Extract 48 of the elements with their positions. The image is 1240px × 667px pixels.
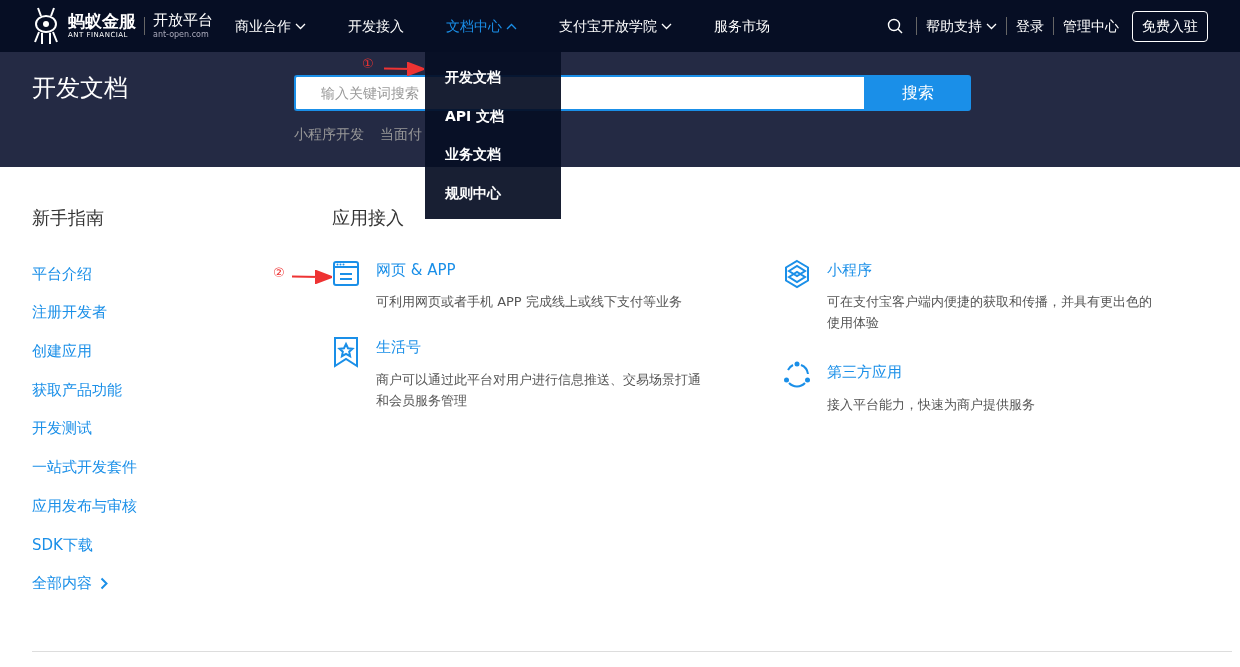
guide-link[interactable]: 注册开发者 — [32, 293, 107, 332]
nav-link[interactable]: 开发接入 — [348, 15, 404, 37]
browser-window-icon — [332, 258, 360, 287]
app-description: 可在支付宝客户端内便捷的获取和传播，并具有更出色的使用体验 — [827, 293, 1153, 333]
chevron-icon — [986, 22, 997, 30]
nav-menu[interactable]: 商业合作 — [235, 15, 306, 37]
section-title: 新手指南 — [32, 207, 105, 229]
arrow-icon — [384, 62, 424, 76]
section-title: 应用接入 — [332, 207, 405, 229]
help-menu[interactable]: 帮助支持 — [926, 15, 997, 37]
search-tag-link[interactable]: 当面付 — [380, 124, 422, 145]
app-title-link[interactable]: 生活号 — [376, 336, 421, 359]
guide-link[interactable]: 开发测试 — [32, 409, 92, 449]
hexagon-icon — [783, 258, 811, 289]
login-link[interactable]: 登录 — [1016, 15, 1044, 37]
annotation-number: ① — [362, 55, 374, 73]
nav-menu[interactable]: 支付宝开放学院 — [559, 15, 672, 37]
app-description: 商户可以通过此平台对用户进行信息推送、交易场景打通和会员服务管理 — [376, 370, 702, 410]
signup-button[interactable]: 免费入驻 — [1132, 10, 1208, 42]
guide-link[interactable]: 一站式开发套件 — [32, 448, 137, 487]
search-tag-link[interactable]: 小程序开发 — [294, 124, 364, 145]
console-link[interactable]: 管理中心 — [1063, 15, 1119, 37]
guide-link[interactable]: 获取产品功能 — [32, 370, 122, 410]
search-icon[interactable] — [887, 18, 903, 34]
app-description: 可利用网页或者手机 APP 完成线上或线下支付等业务 — [376, 293, 683, 312]
domain-text: ant-open.com — [153, 29, 210, 41]
arrow-icon — [292, 270, 332, 284]
guide-link[interactable]: 全部内容 — [32, 564, 108, 603]
guide-link[interactable]: 创建应用 — [32, 332, 92, 371]
ant-logo-icon — [32, 6, 60, 46]
guide-link[interactable]: 应用发布与审核 — [32, 486, 137, 526]
guide-link[interactable]: SDK下载 — [32, 525, 93, 565]
app-title-link[interactable]: 网页 & APP — [376, 258, 456, 282]
logo-text: 蚂蚁金服 — [68, 11, 136, 30]
search-button[interactable]: 搜索 — [864, 75, 971, 111]
nav-link[interactable]: 服务市场 — [714, 15, 770, 37]
dropdown-item[interactable]: 规则中心 — [425, 174, 561, 213]
three-dots-circle-icon — [783, 361, 811, 390]
app-title-link[interactable]: 小程序 — [827, 258, 872, 282]
app-title-link[interactable]: 第三方应用 — [827, 361, 902, 384]
page-title: 开发文档 — [32, 73, 129, 104]
annotation-number: ② — [273, 264, 285, 282]
nav-menu[interactable]: 文档中心 — [446, 15, 517, 37]
dropdown-item[interactable]: 业务文档 — [425, 135, 561, 175]
star-bookmark-icon — [332, 336, 360, 369]
app-description: 接入平台能力，快速为商户提供服务 — [827, 395, 1036, 414]
product-name: 开放平台 — [153, 11, 213, 29]
guide-link[interactable]: 平台介绍 — [32, 254, 92, 294]
